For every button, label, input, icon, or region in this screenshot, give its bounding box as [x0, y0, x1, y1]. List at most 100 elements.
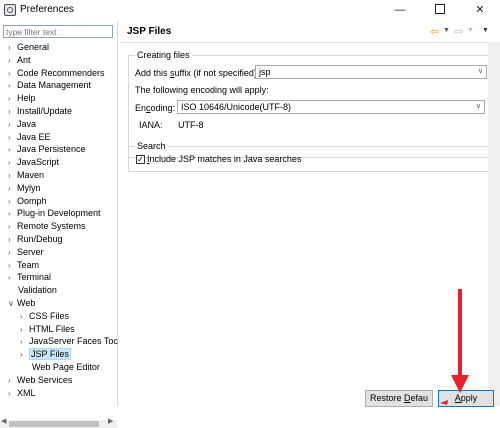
- tree-item-label: JSP Files: [29, 348, 71, 361]
- collapse-arrow-icon[interactable]: ›: [8, 195, 17, 208]
- chevron-down-icon[interactable]: ∨: [476, 101, 481, 113]
- tree-item[interactable]: Validation: [9, 284, 57, 297]
- collapse-arrow-icon[interactable]: ›: [8, 118, 17, 131]
- collapse-arrow-icon[interactable]: ›: [8, 79, 17, 92]
- title-bar[interactable]: Preferences — ✕: [0, 0, 500, 20]
- tree-item[interactable]: › Server: [8, 246, 44, 259]
- tree-item[interactable]: Web Page Editor: [23, 361, 100, 374]
- include-jsp-label[interactable]: Include JSP matches in Java searches: [147, 154, 301, 164]
- tree-item[interactable]: › JavaServer Faces Toc: [20, 335, 118, 348]
- collapse-arrow-icon[interactable]: ›: [8, 259, 17, 272]
- collapse-arrow-icon[interactable]: ›: [8, 54, 17, 67]
- tree-item-label: Web: [17, 298, 36, 308]
- maximize-button[interactable]: [420, 0, 460, 20]
- collapse-arrow-icon[interactable]: ›: [20, 310, 29, 323]
- tree-item-label: Code Recommenders: [17, 67, 105, 78]
- page-title: JSP Files: [127, 26, 172, 37]
- encoding-combo[interactable]: ISO 10646/Unicode(UTF-8) ∨: [177, 100, 485, 114]
- tree-item[interactable]: ∨ Web: [8, 297, 35, 310]
- collapse-arrow-icon[interactable]: ›: [8, 387, 17, 400]
- collapse-arrow-icon[interactable]: ›: [8, 220, 17, 233]
- collapse-arrow-icon[interactable]: ›: [8, 233, 17, 246]
- tree-item[interactable]: › Terminal: [8, 271, 51, 284]
- suffix-label-post: uffix (if not specified):: [174, 68, 260, 78]
- tree-item[interactable]: › Help: [8, 92, 36, 105]
- tree-item-label: Team: [17, 259, 40, 270]
- tree-item[interactable]: › Maven: [8, 169, 44, 182]
- include-jsp-checkbox[interactable]: ✓: [136, 155, 145, 164]
- chevron-down-icon[interactable]: ∨: [478, 66, 483, 78]
- forward-dropdown-icon[interactable]: ▼: [467, 27, 474, 34]
- tree-item[interactable]: › Install/Update: [8, 105, 72, 118]
- tree-item[interactable]: › Ant: [8, 54, 31, 67]
- tree-item[interactable]: › CSS Files: [20, 310, 69, 323]
- tree-item[interactable]: › Web Services: [8, 374, 72, 387]
- collapse-arrow-icon[interactable]: ›: [8, 105, 17, 118]
- tree-item[interactable]: › Java EE: [8, 131, 51, 144]
- tree-item-label: Server: [17, 246, 44, 257]
- collapse-arrow-icon[interactable]: ›: [20, 335, 29, 348]
- tree-item[interactable]: › Code Recommenders: [8, 67, 105, 80]
- suffix-label-pre: Add this: [135, 68, 171, 78]
- close-button[interactable]: ✕: [460, 0, 500, 20]
- collapse-arrow-icon[interactable]: ›: [8, 271, 17, 284]
- creating-files-title: Creating files: [135, 50, 192, 60]
- tree-item[interactable]: › Mylyn: [8, 182, 41, 195]
- filter-input[interactable]: [3, 25, 113, 38]
- collapse-arrow-icon[interactable]: ›: [8, 182, 17, 195]
- tree-item[interactable]: › Java Persistence: [8, 143, 86, 156]
- back-arrow-icon[interactable]: ⇦: [430, 25, 439, 38]
- tree-item[interactable]: › HTML Files: [20, 323, 75, 336]
- page-header: JSP Files ⇦ ▼ ⇨ ▼ ▼: [120, 22, 496, 43]
- tree-item[interactable]: › Java: [8, 118, 36, 131]
- tree-horizontal-scrollbar[interactable]: ◀ ▶: [0, 417, 117, 428]
- tree-item[interactable]: › Team: [8, 259, 39, 272]
- collapse-arrow-icon[interactable]: ›: [8, 41, 17, 54]
- tree-item[interactable]: › Data Management: [8, 79, 91, 92]
- tree-item[interactable]: › JSP Files: [20, 348, 71, 361]
- collapse-arrow-icon[interactable]: ›: [8, 131, 17, 144]
- tree-item-label: JavaServer Faces Toc: [29, 336, 118, 347]
- collapse-arrow-icon[interactable]: ›: [8, 92, 17, 105]
- collapse-arrow-icon[interactable]: ›: [20, 348, 29, 361]
- suffix-label: Add this suffix (if not specified):: [135, 68, 259, 78]
- encoding-value: ISO 10646/Unicode(UTF-8): [181, 102, 292, 112]
- encoding-label-post: oding:: [150, 103, 176, 113]
- tree-item[interactable]: › Oomph: [8, 195, 47, 208]
- tree-item[interactable]: › General: [8, 41, 49, 54]
- collapse-arrow-icon[interactable]: ›: [8, 67, 17, 80]
- collapse-arrow-icon[interactable]: ›: [8, 374, 17, 387]
- minimize-button[interactable]: —: [380, 0, 420, 20]
- collapse-arrow-icon[interactable]: ›: [8, 169, 17, 182]
- forward-arrow-icon[interactable]: ⇨: [454, 25, 463, 38]
- encoding-label: Encoding:: [135, 103, 175, 113]
- tree-item-label: Help: [17, 93, 36, 104]
- suffix-combo[interactable]: jsp ∨: [255, 65, 487, 79]
- tree-item-label: Terminal: [17, 272, 52, 283]
- collapse-arrow-icon[interactable]: ›: [8, 246, 17, 259]
- iana-value: UTF-8: [178, 120, 204, 130]
- restore-post: efau: [410, 393, 429, 403]
- tree-item[interactable]: › Plug-in Development: [8, 207, 101, 220]
- view-menu-icon[interactable]: ▼: [482, 27, 489, 34]
- scroll-right-icon[interactable]: ▶: [108, 417, 113, 425]
- tree-item-label: Data Management: [17, 80, 92, 91]
- tree-item[interactable]: › XML: [8, 387, 36, 400]
- collapse-arrow-icon[interactable]: ›: [20, 323, 29, 336]
- expand-arrow-icon[interactable]: ∨: [8, 297, 17, 310]
- tree-item[interactable]: › Run/Debug: [8, 233, 63, 246]
- back-dropdown-icon[interactable]: ▼: [443, 27, 450, 34]
- suffix-value: jsp: [259, 67, 271, 77]
- tree-item-label: HTML Files: [29, 323, 75, 334]
- collapse-arrow-icon[interactable]: ›: [8, 156, 17, 169]
- tree-item[interactable]: › Remote Systems: [8, 220, 86, 233]
- restore-defaults-button[interactable]: Restore Defau: [365, 390, 433, 407]
- collapse-arrow-icon[interactable]: ›: [8, 207, 17, 220]
- collapse-arrow-icon[interactable]: ›: [8, 143, 17, 156]
- scrollbar-thumb[interactable]: [9, 421, 99, 427]
- scroll-left-icon[interactable]: ◀: [1, 417, 6, 425]
- encoding-label-pre: En: [135, 103, 147, 113]
- page-vertical-scrollbar[interactable]: [488, 42, 500, 406]
- tree-item[interactable]: › JavaScript: [8, 156, 59, 169]
- tree-item-label: Java EE: [17, 131, 51, 142]
